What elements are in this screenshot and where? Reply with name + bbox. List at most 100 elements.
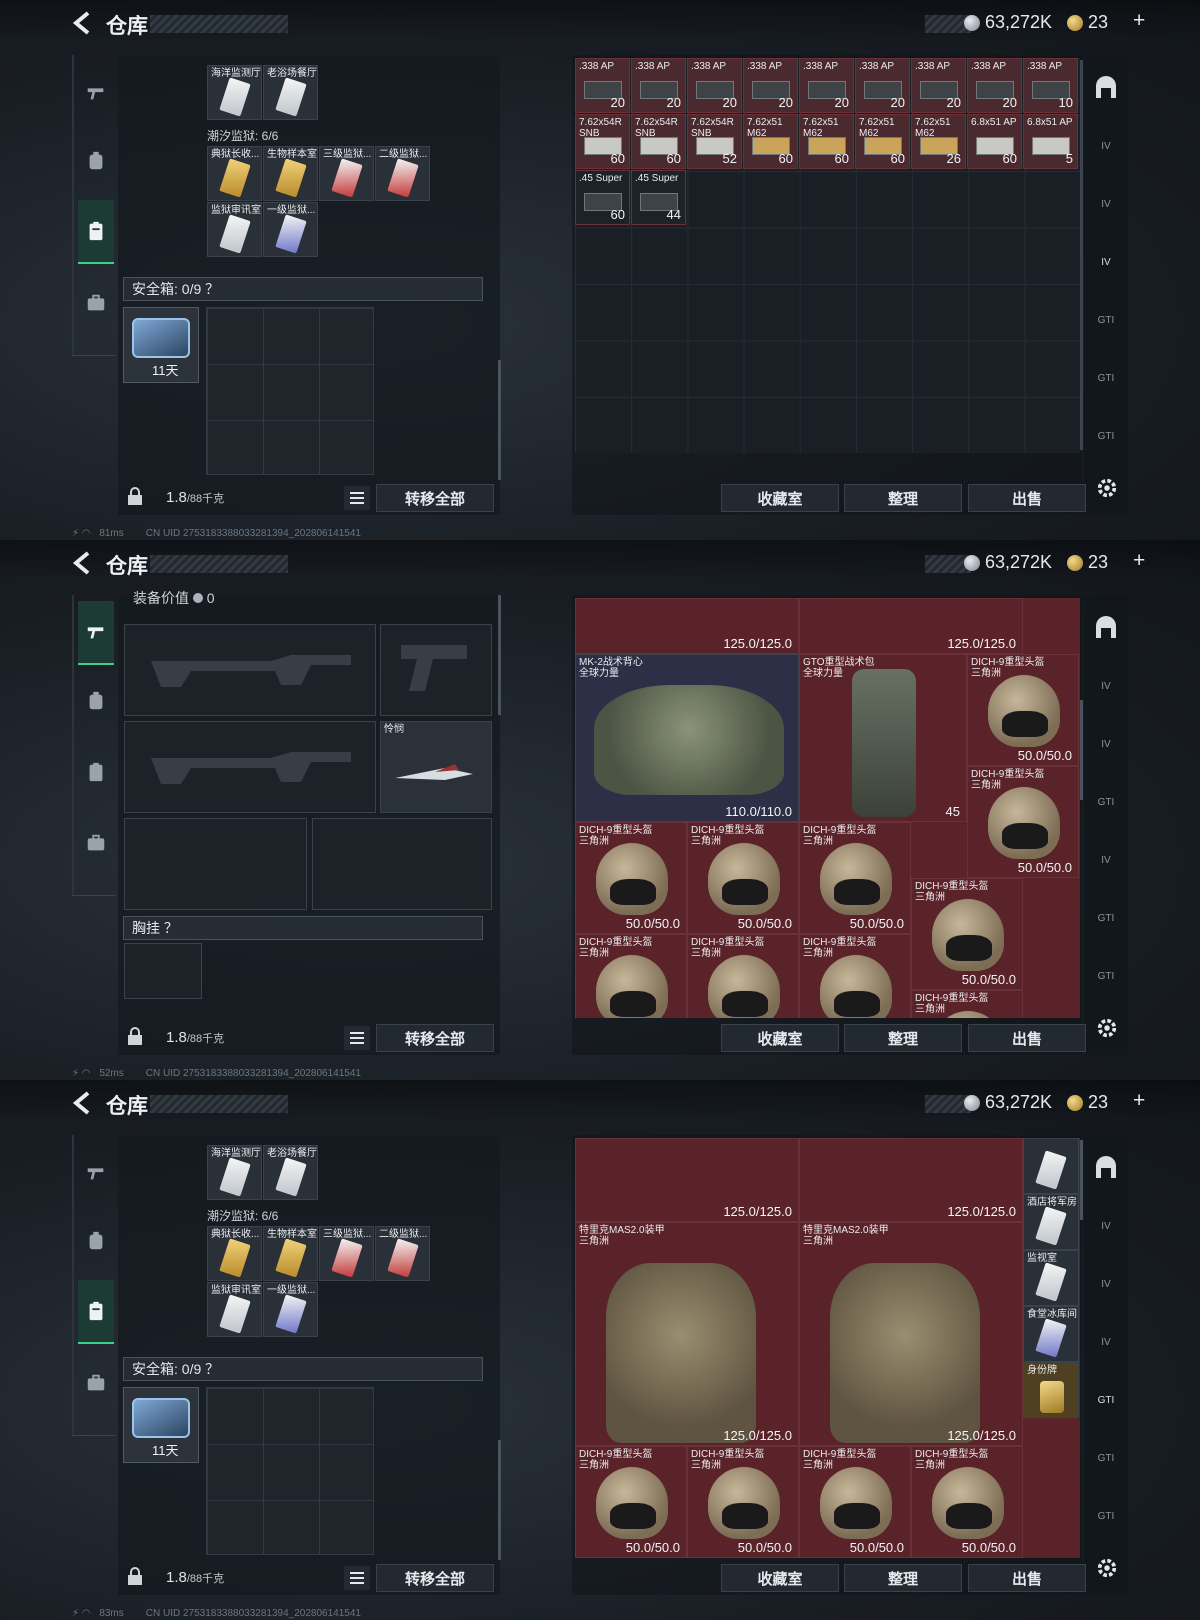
ammo-item[interactable]: 7.62x54R SNB 52 <box>687 114 742 169</box>
add-currency-button[interactable]: + <box>1133 549 1145 573</box>
ammo-item[interactable]: 7.62x51 M62 60 <box>743 114 798 169</box>
ammo-item[interactable]: 7.62x51 M62 26 <box>911 114 966 169</box>
helmet-item[interactable]: DICH-9重型头盔三角洲50.0/50.0 <box>687 1446 799 1558</box>
key-item[interactable]: 老浴场餐厅 <box>263 1145 318 1200</box>
rail-item[interactable]: IV <box>1092 1329 1120 1355</box>
rail-item[interactable]: IV <box>1092 249 1120 275</box>
stash-icon[interactable] <box>1092 75 1120 101</box>
rail-item[interactable]: IV <box>1092 1213 1120 1239</box>
safebox-header[interactable]: 安全箱: 0/9 ？ <box>123 1357 483 1381</box>
stash-scrollbar[interactable] <box>1080 60 1083 450</box>
tab-inventory[interactable] <box>78 200 114 264</box>
add-currency-button[interactable]: + <box>1133 9 1145 33</box>
helmet-item[interactable]: DICH-9重型头盔三角洲50.0/50.0 <box>967 654 1079 766</box>
collection-room-button[interactable]: 收藏室 <box>721 1024 839 1052</box>
rail-item[interactable]: IV <box>1092 673 1120 699</box>
tab-weapons[interactable] <box>78 61 114 125</box>
rail-item[interactable]: GTI <box>1092 307 1120 333</box>
ammo-item[interactable]: 7.62x54R SNB 60 <box>575 114 630 169</box>
rail-item[interactable]: GTI <box>1092 789 1120 815</box>
transfer-all-button[interactable]: 转移全部 <box>376 1564 494 1592</box>
ammo-item[interactable]: .338 AP 20 <box>687 58 742 113</box>
key-item[interactable]: 食堂冰库间 <box>1023 1306 1079 1362</box>
helmet-item[interactable]: DICH-9重型头盔三角洲50.0/50.0 <box>575 822 687 934</box>
rail-item[interactable]: GTI <box>1092 365 1120 391</box>
key-item[interactable]: 典狱长收... <box>207 1226 262 1281</box>
tab-equipment[interactable] <box>78 669 114 733</box>
ammo-item[interactable]: .338 AP 20 <box>799 58 854 113</box>
armor-item[interactable]: 特里克MAS2.0装甲 三角洲 125.0/125.0 <box>799 1222 1023 1446</box>
rail-item[interactable]: GTI <box>1092 1387 1120 1413</box>
armor-item[interactable]: 特里克MAS2.0装甲 三角洲 125.0/125.0 <box>575 1222 799 1446</box>
key-item[interactable]: 酒店将军房 <box>1023 1194 1079 1250</box>
gear-icon[interactable] <box>1096 1557 1118 1579</box>
sell-button[interactable]: 出售 <box>968 1564 1086 1592</box>
key-item[interactable]: 监狱审讯室 <box>207 1282 262 1337</box>
gear-icon[interactable] <box>1096 1017 1118 1039</box>
helmet-item[interactable]: DICH-9重型头盔三角洲50.0/50.0 <box>911 1446 1023 1558</box>
key-item[interactable]: 二级监狱... <box>375 146 430 201</box>
armor-slot[interactable] <box>312 818 492 910</box>
transfer-all-button[interactable]: 转移全部 <box>376 1024 494 1052</box>
safebox-grid[interactable] <box>206 307 374 475</box>
sort-button[interactable]: 整理 <box>844 1564 962 1592</box>
chest-rig-header[interactable]: 胸挂 ？ <box>123 916 483 940</box>
sort-button[interactable]: 整理 <box>844 484 962 512</box>
ammo-item[interactable]: 7.62x51 M62 60 <box>855 114 910 169</box>
collection-room-button[interactable]: 收藏室 <box>721 484 839 512</box>
rail-item[interactable]: IV <box>1092 133 1120 159</box>
melee-slot[interactable]: 怜悯 <box>380 721 492 813</box>
ammo-item[interactable]: .338 AP 20 <box>743 58 798 113</box>
sell-button[interactable]: 出售 <box>968 484 1086 512</box>
ammo-item[interactable]: 6.8x51 AP 5 <box>1023 114 1078 169</box>
list-view-button[interactable] <box>344 486 370 510</box>
stash-scrollbar[interactable] <box>1080 1140 1083 1220</box>
ammo-item[interactable]: .338 AP 20 <box>575 58 630 113</box>
helmet-slot[interactable] <box>124 818 307 910</box>
tab-equipment[interactable] <box>78 1209 114 1273</box>
key-item[interactable] <box>1023 1138 1079 1194</box>
tab-weapons[interactable] <box>78 601 114 665</box>
tab-briefcase[interactable] <box>78 1351 114 1415</box>
safebox-header[interactable]: 安全箱: 0/9 ？ <box>123 277 483 301</box>
ammo-item[interactable]: .338 AP 20 <box>855 58 910 113</box>
stash-icon[interactable] <box>1092 1155 1120 1181</box>
stash-grid[interactable]: 125.0/125.0 125.0/125.0 特里克MAS2.0装甲 三角洲 1… <box>575 1138 1080 1558</box>
list-view-button[interactable] <box>344 1566 370 1590</box>
helmet-item[interactable]: DICH-9重型头盔三角洲50.0/50.0 <box>911 878 1023 990</box>
armor-item[interactable]: 125.0/125.0 <box>799 598 1023 654</box>
pistol-slot[interactable] <box>380 624 492 716</box>
ammo-item[interactable]: .45 Super 44 <box>631 170 686 225</box>
tab-weapons[interactable] <box>78 1141 114 1205</box>
armor-item[interactable]: 125.0/125.0 <box>575 598 799 654</box>
stash-scrollbar[interactable] <box>1080 700 1083 800</box>
rail-item[interactable]: IV <box>1092 191 1120 217</box>
key-item[interactable]: 三级监狱... <box>319 1226 374 1281</box>
left-scrollbar[interactable] <box>498 360 501 480</box>
key-item[interactable]: 生物样本室 <box>263 1226 318 1281</box>
collection-room-button[interactable]: 收藏室 <box>721 1564 839 1592</box>
back-arrow-icon[interactable] <box>70 1090 94 1116</box>
ammo-item[interactable]: .338 AP 20 <box>631 58 686 113</box>
sort-button[interactable]: 整理 <box>844 1024 962 1052</box>
back-arrow-icon[interactable] <box>70 10 94 36</box>
key-item[interactable]: 海洋监测厅 <box>207 65 262 120</box>
key-item[interactable]: 老浴场餐厅 <box>263 65 318 120</box>
key-item[interactable]: 一级监狱... <box>263 1282 318 1337</box>
helmet-item[interactable]: DICH-9重型头盔三角洲50.0/50.0 <box>575 1446 687 1558</box>
key-item[interactable]: 典狱长收... <box>207 146 262 201</box>
ammo-item[interactable]: 6.8x51 AP 60 <box>967 114 1022 169</box>
helmet-item[interactable]: DICH-9重型头盔三角洲50.0/50.0 <box>799 822 911 934</box>
transfer-all-button[interactable]: 转移全部 <box>376 484 494 512</box>
ammo-item[interactable]: 7.62x54R SNB 60 <box>631 114 686 169</box>
secondary-weapon-slot[interactable] <box>124 721 376 813</box>
helmet-item[interactable]: DICH-9重型头盔三角洲50.0/50.0 <box>575 934 687 1018</box>
helmet-item[interactable]: DICH-9重型头盔三角洲50.0/50.0 <box>911 990 1023 1018</box>
armor-item[interactable]: 125.0/125.0 <box>799 1138 1023 1222</box>
add-currency-button[interactable]: + <box>1133 1089 1145 1113</box>
stash-grid[interactable]: 125.0/125.0 125.0/125.0 MK-2战术背心 全球力量 110… <box>575 598 1080 1018</box>
key-item[interactable]: 海洋监测厅 <box>207 1145 262 1200</box>
rail-item[interactable]: GTI <box>1092 1445 1120 1471</box>
left-scrollbar[interactable] <box>498 1440 501 1560</box>
stash-icon[interactable] <box>1092 615 1120 641</box>
